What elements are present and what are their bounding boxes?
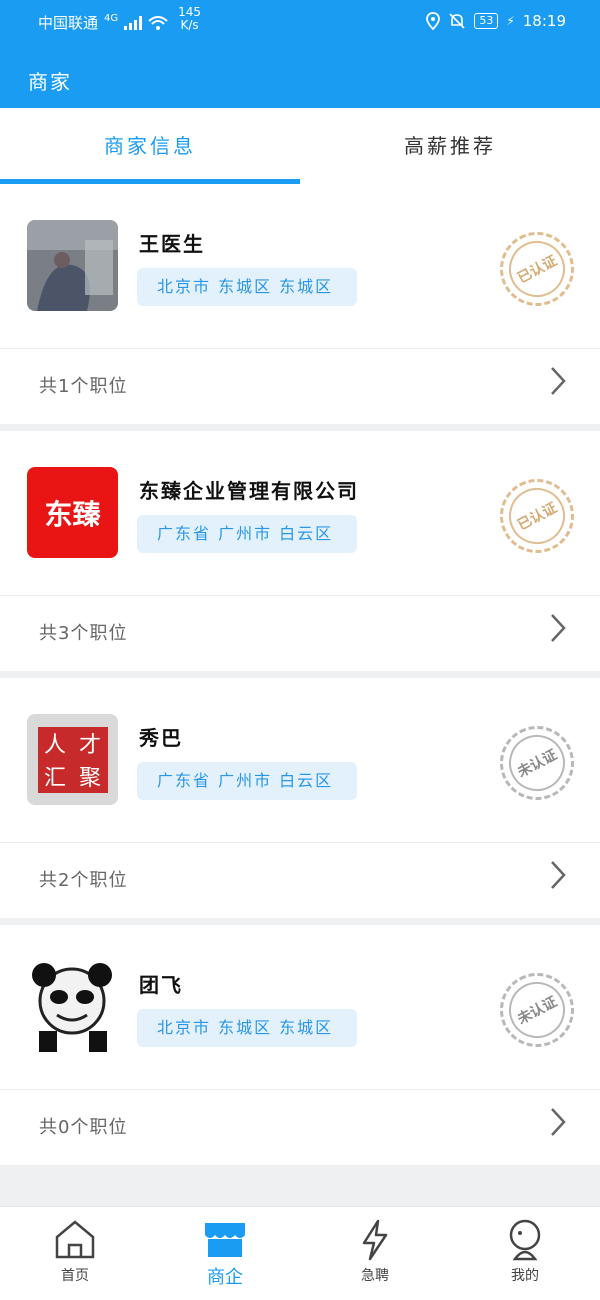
charging-icon: ⚡ <box>506 14 515 28</box>
company-logo-photo <box>27 220 118 311</box>
job-count: 共0个职位 <box>39 1117 128 1138</box>
company-card[interactable]: 王医生 北京市 东城区 东城区 已认证 共1个职位 <box>0 184 600 424</box>
lightning-icon <box>362 1219 388 1261</box>
chevron-right-icon[interactable] <box>546 611 570 645</box>
company-location: 广东省 广州市 白云区 <box>137 762 357 800</box>
wifi-icon <box>148 15 168 30</box>
nav-label: 商企 <box>207 1267 243 1288</box>
page-title: 商家 <box>28 70 72 94</box>
profile-icon <box>509 1219 541 1261</box>
company-logo-panda <box>27 961 118 1052</box>
signal-icon <box>124 15 143 30</box>
seal-char: 聚 <box>78 766 101 791</box>
job-count: 共3个职位 <box>39 623 128 644</box>
nav-business[interactable]: 商企 <box>150 1207 300 1300</box>
certified-stamp: 已认证 <box>486 218 588 320</box>
network-speed: 145 K/s <box>178 4 202 32</box>
company-name: 团飞 <box>139 973 183 997</box>
nav-home[interactable]: 首页 <box>0 1207 150 1300</box>
battery-icon: 53 <box>474 13 499 29</box>
location-icon <box>426 12 441 30</box>
nav-mine[interactable]: 我的 <box>450 1207 600 1300</box>
company-logo-dongzhen: 东臻 <box>27 467 118 558</box>
certified-stamp: 已认证 <box>486 465 588 567</box>
nav-label: 急聘 <box>361 1268 389 1284</box>
company-card[interactable]: 团飞 北京市 东城区 东城区 未认证 共0个职位 <box>0 925 600 1165</box>
company-location: 北京市 东城区 东城区 <box>137 268 357 306</box>
speed-value: 145 <box>178 4 202 19</box>
tab-bar: 商家信息 高薪推荐 <box>0 108 600 184</box>
nav-label: 首页 <box>61 1268 89 1284</box>
company-location: 北京市 东城区 东城区 <box>137 1009 357 1047</box>
company-card[interactable]: 人 才 汇 聚 秀巴 广东省 广州市 白云区 未认证 共2个职位 <box>0 678 600 918</box>
uncertified-stamp: 未认证 <box>486 712 588 814</box>
divider <box>0 842 600 843</box>
uncertified-stamp: 未认证 <box>486 959 588 1061</box>
job-count: 共2个职位 <box>39 870 128 891</box>
clock: 18:19 <box>522 12 566 30</box>
home-icon <box>55 1220 95 1259</box>
company-logo-seal: 人 才 汇 聚 <box>27 714 118 805</box>
job-count: 共1个职位 <box>39 376 128 397</box>
chevron-right-icon[interactable] <box>546 858 570 892</box>
company-name: 东臻企业管理有限公司 <box>139 479 359 503</box>
divider <box>0 348 600 349</box>
company-card[interactable]: 东臻 东臻企业管理有限公司 广东省 广州市 白云区 已认证 共3个职位 <box>0 431 600 671</box>
divider <box>0 595 600 596</box>
company-name: 王医生 <box>139 232 205 256</box>
seal-char: 汇 <box>43 766 66 791</box>
company-location: 广东省 广州市 白云区 <box>137 515 357 553</box>
company-name: 秀巴 <box>139 726 183 750</box>
network-label: 4G <box>104 13 119 24</box>
app-bar: 商家 <box>0 44 600 108</box>
carrier-label: 中国联通 <box>38 14 99 32</box>
speed-unit: K/s <box>180 17 199 32</box>
shop-icon <box>205 1223 245 1257</box>
nav-urgent[interactable]: 急聘 <box>300 1207 450 1300</box>
status-bar: 中国联通 4G 145 K/s 53 ⚡ 18:19 <box>0 0 600 44</box>
divider <box>0 1089 600 1090</box>
tab-high-salary[interactable]: 高薪推荐 <box>300 108 600 184</box>
nav-label: 我的 <box>511 1268 539 1284</box>
logo-text: 东臻 <box>44 497 101 531</box>
seal-char: 人 <box>43 733 66 758</box>
seal-char: 才 <box>78 733 101 758</box>
chevron-right-icon[interactable] <box>546 1105 570 1139</box>
mute-bell-icon <box>449 13 465 29</box>
bottom-nav: 首页 商企 急聘 我的 <box>0 1206 600 1300</box>
chevron-right-icon[interactable] <box>546 364 570 398</box>
tab-merchant-info[interactable]: 商家信息 <box>0 108 300 184</box>
